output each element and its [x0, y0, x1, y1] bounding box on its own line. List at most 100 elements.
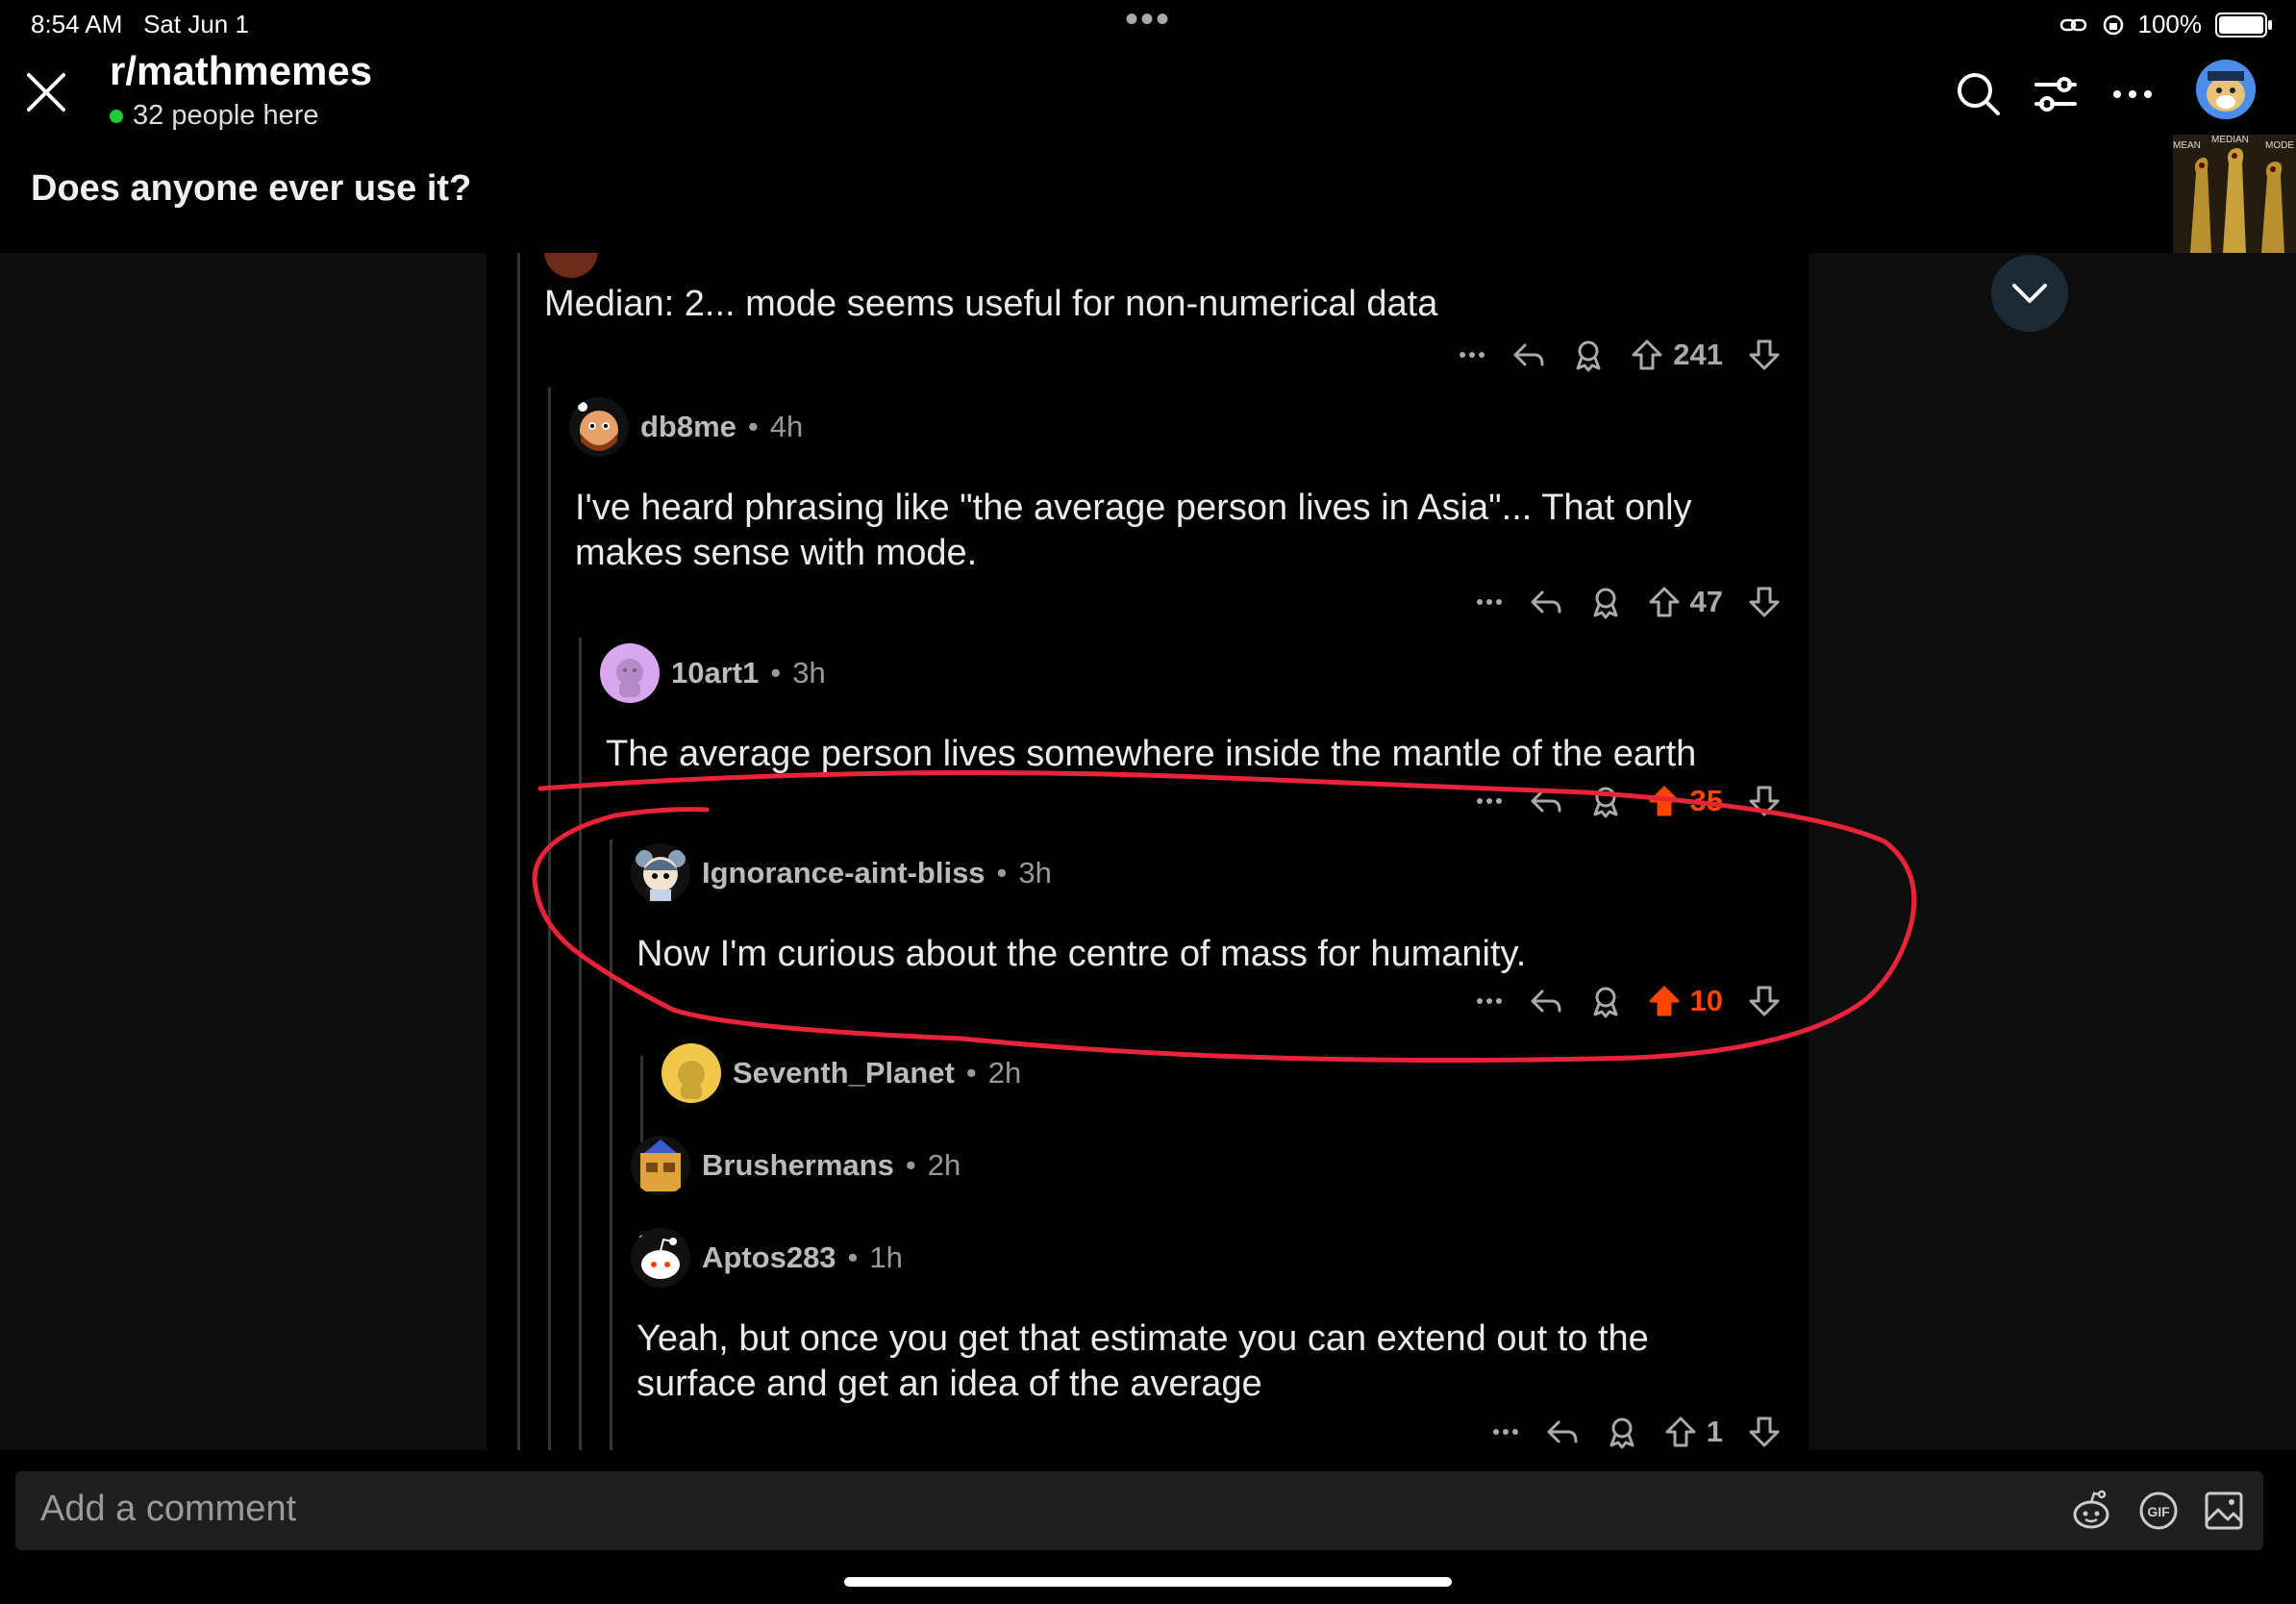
reply-icon[interactable]	[1529, 585, 1563, 619]
user-avatar[interactable]	[2196, 60, 2256, 119]
avatar[interactable]	[544, 253, 598, 278]
reply-icon[interactable]	[1511, 338, 1546, 372]
avatar[interactable]	[631, 843, 690, 903]
upvote-filled-icon[interactable]	[1648, 784, 1681, 818]
upvote-icon[interactable]	[1664, 1415, 1697, 1449]
comment-body: Yeah, but once you get that estimate you…	[636, 1318, 1649, 1404]
username[interactable]: Ignorance-aint-bliss	[702, 856, 986, 890]
more-icon[interactable]	[1475, 987, 1504, 1015]
comment-actions: 10	[1475, 984, 1781, 1018]
avatar[interactable]	[661, 1043, 721, 1103]
downvote-icon[interactable]	[1748, 784, 1781, 818]
separator: •	[905, 1148, 916, 1182]
link-icon	[2059, 18, 2086, 31]
downvote-icon[interactable]	[1748, 338, 1781, 372]
separator: •	[996, 856, 1008, 890]
more-icon[interactable]	[1475, 588, 1504, 616]
filter-icon[interactable]	[2031, 69, 2081, 119]
post-thumbnail[interactable]: MEAN MEDIAN MODE	[2173, 135, 2296, 253]
username[interactable]: Brushermans	[702, 1148, 894, 1183]
gif-icon[interactable]: GIF	[2136, 1487, 2181, 1535]
comment-input[interactable]: Add a comment GIF	[15, 1471, 2263, 1550]
upvote-icon[interactable]	[1648, 585, 1681, 619]
separator: •	[770, 656, 782, 689]
comment-composer: Add a comment GIF	[0, 1450, 2296, 1604]
username[interactable]: db8me	[640, 410, 736, 444]
award-icon[interactable]	[1588, 984, 1623, 1018]
award-icon[interactable]	[1588, 784, 1623, 818]
reply-icon[interactable]	[1529, 984, 1563, 1018]
avatar[interactable]	[631, 1136, 690, 1195]
comment-time: 3h	[792, 656, 826, 689]
downvote-icon[interactable]	[1748, 1415, 1781, 1449]
downvote-icon[interactable]	[1748, 585, 1781, 619]
comment-time: 3h	[1018, 856, 1052, 890]
close-icon[interactable]	[23, 69, 69, 115]
multitask-dots-icon[interactable]: •••	[1125, 0, 1171, 41]
home-indicator[interactable]	[844, 1577, 1452, 1587]
username[interactable]: Aptos283	[702, 1241, 836, 1275]
username[interactable]: 10art1	[671, 656, 759, 690]
thread-line[interactable]	[640, 1056, 643, 1142]
online-indicator-icon	[110, 109, 123, 123]
vote-score: 35	[1689, 784, 1723, 817]
more-icon[interactable]	[1475, 787, 1504, 815]
comment-time: 4h	[769, 410, 804, 443]
comment-actions: 1	[1491, 1415, 1781, 1449]
avatar[interactable]	[600, 643, 660, 703]
comment-actions: 35	[1475, 784, 1781, 818]
svg-text:GIF: GIF	[2147, 1504, 2170, 1519]
comment-meta: Ignorance-aint-bliss • 3h	[631, 843, 1052, 903]
status-time: 8:54 AM Sat Jun 1	[31, 10, 249, 38]
thread-line[interactable]	[548, 388, 551, 1450]
avatar[interactable]	[631, 1228, 690, 1288]
post-title[interactable]: Does anyone ever use it?	[31, 168, 471, 210]
more-options-icon[interactable]	[2108, 69, 2158, 119]
award-icon[interactable]	[1571, 338, 1606, 372]
search-icon[interactable]	[1954, 69, 2004, 119]
thread-line[interactable]	[517, 253, 520, 1450]
vote-score: 1	[1706, 1415, 1723, 1448]
vote-score: 241	[1673, 338, 1723, 371]
comment-time: 2h	[987, 1056, 1022, 1090]
battery-icon	[2215, 12, 2272, 38]
comment-body: Now I'm curious about the centre of mass…	[636, 934, 1527, 974]
reply-icon[interactable]	[1545, 1415, 1580, 1449]
comment-actions: 241	[1458, 338, 1781, 372]
subreddit-name[interactable]: r/mathmemes	[110, 48, 372, 94]
more-icon[interactable]	[1458, 340, 1486, 369]
more-icon[interactable]	[1491, 1417, 1520, 1446]
vote-score: 10	[1689, 984, 1723, 1017]
avatar[interactable]	[569, 397, 629, 457]
comment-meta-collapsed[interactable]: Brushermans • 2h	[631, 1136, 961, 1195]
vote-score: 47	[1689, 585, 1723, 618]
comment-meta: 10art1 • 3h	[600, 643, 826, 703]
separator: •	[847, 1241, 859, 1274]
thread-line[interactable]	[610, 840, 612, 1450]
reply-icon[interactable]	[1529, 784, 1563, 818]
comment-thread[interactable]: Median: 2... mode seems useful for non-n…	[487, 253, 1809, 1450]
status-date: Sat Jun 1	[143, 10, 249, 38]
downvote-icon[interactable]	[1748, 984, 1781, 1018]
comment-meta: db8me • 4h	[569, 397, 803, 457]
thread-line[interactable]	[579, 638, 582, 1450]
comment-body: I've heard phrasing like "the average pe…	[575, 488, 1692, 573]
orientation-lock-icon	[2103, 14, 2123, 35]
snoo-emoji-icon[interactable]	[2067, 1487, 2115, 1535]
image-icon[interactable]	[2202, 1487, 2246, 1535]
comment-actions: 47	[1475, 585, 1781, 619]
award-icon[interactable]	[1605, 1415, 1639, 1449]
comment-time: 1h	[869, 1241, 903, 1274]
collapse-button[interactable]	[1991, 255, 2068, 332]
comment-placeholder: Add a comment	[40, 1489, 297, 1529]
comment-meta-collapsed[interactable]: Seventh_Planet • 2h	[661, 1043, 1021, 1103]
left-margin	[0, 253, 487, 1450]
thumb-label-median: MEDIAN	[2211, 135, 2249, 145]
upvote-icon[interactable]	[1631, 338, 1663, 372]
comment-body: Median: 2... mode seems useful for non-n…	[544, 284, 1438, 324]
battery-percent: 100%	[2137, 10, 2203, 38]
right-margin	[1809, 253, 2296, 1450]
award-icon[interactable]	[1588, 585, 1623, 619]
upvote-filled-icon[interactable]	[1648, 984, 1681, 1018]
username[interactable]: Seventh_Planet	[733, 1056, 955, 1090]
